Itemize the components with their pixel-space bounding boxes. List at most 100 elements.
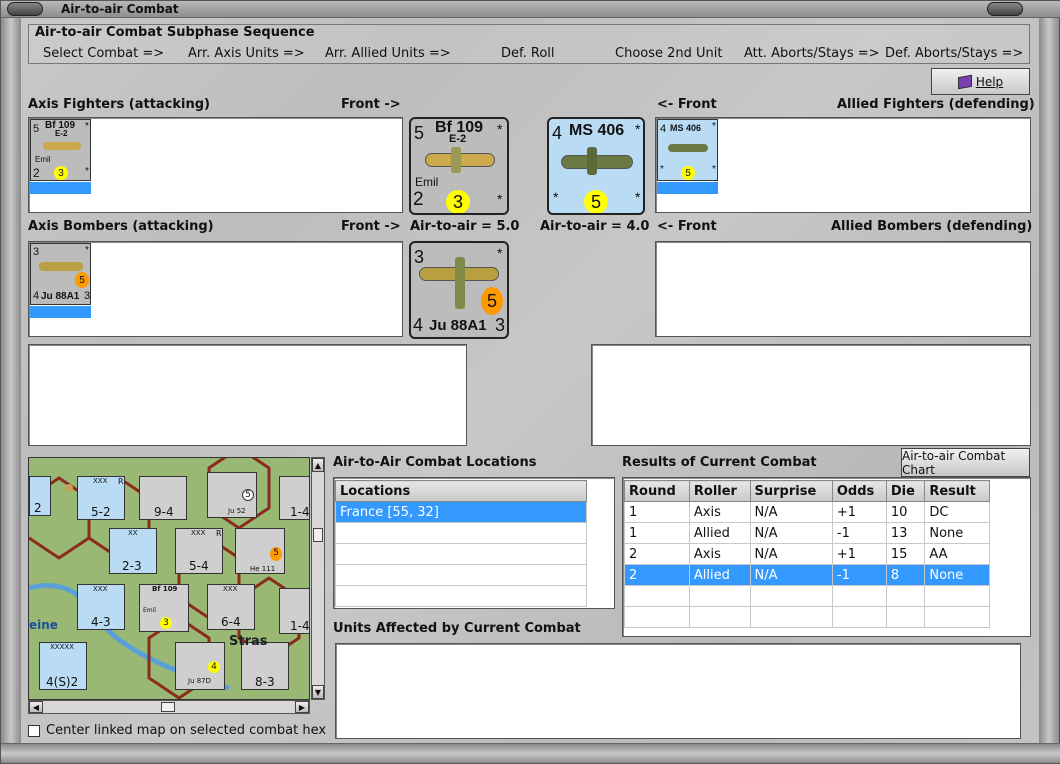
- results-title: Results of Current Combat: [622, 455, 817, 470]
- allied-front-label: <- Front: [657, 97, 717, 112]
- map-unit[interactable]: 1-4: [279, 476, 309, 520]
- rating-pip: 5: [75, 272, 89, 288]
- locations-title: Air-to-Air Combat Locations: [333, 455, 537, 470]
- map-unit[interactable]: XXX 6-4: [207, 584, 255, 630]
- allied-bombers-panel[interactable]: [655, 241, 1031, 337]
- map-vertical-scrollbar[interactable]: ▲ ▼: [311, 457, 325, 700]
- center-map-checkbox[interactable]: [28, 725, 40, 737]
- map-unit[interactable]: XX 2-3: [109, 528, 157, 574]
- map-town-name: Stras: [229, 634, 268, 649]
- allied-fighters-label: Allied Fighters (defending): [837, 97, 1035, 112]
- col-roller[interactable]: Roller: [688, 480, 751, 502]
- map-unit[interactable]: 9-4: [139, 476, 187, 520]
- front-allied-fighter-counter[interactable]: 4 MS 406 * * 5 *: [547, 117, 645, 215]
- subphase-sequence: Air-to-air Combat Subphase Sequence Sele…: [28, 24, 1030, 64]
- map-air-unit[interactable]: He 111 5: [235, 528, 285, 574]
- step-def-aborts: Def. Aborts/Stays =>: [885, 46, 1024, 61]
- location-row[interactable]: France [55, 32]: [335, 501, 587, 523]
- axis-info-panel: [28, 344, 467, 446]
- scroll-up-icon[interactable]: ▲: [312, 458, 324, 472]
- table-row[interactable]: 1 Allied N/A -1 13 None: [624, 522, 990, 544]
- col-round[interactable]: Round: [624, 480, 690, 502]
- book-icon: [957, 74, 972, 89]
- title-bar: Air-to-air Combat: [1, 1, 1060, 18]
- table-row[interactable]: 1 Axis N/A +1 10 DC: [624, 501, 990, 523]
- results-table: Round Roller Surprise Odds Die Result 1A…: [624, 480, 990, 628]
- axis-fighters-panel[interactable]: 5 Bf 109 E-2 * Emil 2 3 *: [28, 117, 403, 213]
- rating-pip: 5: [584, 190, 608, 213]
- map-unit[interactable]: XXX R 5-2: [77, 476, 125, 520]
- location-row-empty: [335, 543, 587, 565]
- map-unit[interactable]: XXX 4-3: [77, 584, 125, 630]
- map-unit[interactable]: 1-4: [279, 588, 309, 634]
- allied-bombers-label: Allied Bombers (defending): [831, 219, 1033, 234]
- map-air-unit[interactable]: Bf 109 Emil 3: [139, 584, 189, 632]
- table-row[interactable]: 2 Axis N/A +1 15 AA: [624, 543, 990, 565]
- locations-table: Locations France [55, 32]: [335, 480, 587, 607]
- plane-icon: [587, 147, 597, 175]
- allied-air-to-air-value: Air-to-air = 4.0: [540, 219, 650, 234]
- step-choose-second: Choose 2nd Unit: [615, 46, 723, 61]
- allied-fighter-counter[interactable]: 4 MS 406 * * 5 *: [657, 119, 718, 181]
- axis-bomber-counter[interactable]: 3 * 5 4 Ju 88A1 3: [30, 243, 91, 305]
- help-label: Help: [975, 74, 1004, 89]
- results-panel[interactable]: Round Roller Surprise Odds Die Result 1A…: [622, 477, 1031, 637]
- linked-map[interactable]: 2 XXX R 5-2 9-4 Ju 52 5 1-4 XX 2-3 XXX R…: [28, 457, 310, 700]
- plane-icon: [561, 155, 633, 169]
- location-row-empty: [335, 564, 587, 586]
- selected-bar: [30, 182, 91, 194]
- window-menu-button[interactable]: [7, 2, 43, 16]
- location-row-empty: [335, 585, 587, 607]
- allied-fighters-panel[interactable]: 4 MS 406 * * 5 *: [655, 117, 1031, 213]
- rating-pip: 3: [54, 166, 68, 180]
- sequence-title: Air-to-air Combat Subphase Sequence: [35, 25, 315, 40]
- rating-pip: 5: [681, 166, 695, 180]
- map-air-unit[interactable]: Ju 52 5: [207, 472, 257, 518]
- help-button[interactable]: Help: [931, 68, 1030, 95]
- center-map-label: Center linked map on selected combat hex: [46, 723, 327, 738]
- front-axis-fighter-counter[interactable]: 5 Bf 109 E-2 * Emil 2 3 *: [409, 117, 509, 215]
- air-combat-chart-button[interactable]: Air-to-air Combat Chart: [901, 448, 1030, 477]
- frame-right: [1039, 18, 1059, 746]
- allied-bomber-front-label: <- Front: [657, 219, 717, 234]
- frame-bottom: [1, 743, 1060, 763]
- front-axis-bomber-counter[interactable]: 3 * 5 4 Ju 88A1 3: [409, 241, 509, 339]
- map-unit[interactable]: XXX R 5-4: [175, 528, 223, 574]
- units-affected-title: Units Affected by Current Combat: [333, 621, 581, 636]
- map-unit[interactable]: XXXXX 4(S)2: [39, 642, 87, 690]
- map-unit[interactable]: 2: [29, 476, 51, 516]
- scroll-thumb[interactable]: [161, 702, 175, 712]
- step-arrange-axis: Arr. Axis Units =>: [188, 46, 305, 61]
- units-affected-panel[interactable]: [335, 643, 1021, 739]
- scroll-thumb[interactable]: [313, 528, 323, 542]
- locations-list[interactable]: Locations France [55, 32]: [333, 477, 615, 609]
- plane-icon: [451, 147, 461, 173]
- axis-front-label: Front ->: [341, 97, 401, 112]
- axis-fighters-label: Axis Fighters (attacking): [28, 97, 210, 112]
- axis-fighter-counter[interactable]: 5 Bf 109 E-2 * Emil 2 3 *: [30, 119, 91, 181]
- scroll-right-icon[interactable]: ▶: [295, 701, 309, 713]
- col-die[interactable]: Die: [885, 480, 926, 502]
- window-title: Air-to-air Combat: [61, 2, 179, 16]
- col-odds[interactable]: Odds: [831, 480, 887, 502]
- map-horizontal-scrollbar[interactable]: ◀ ▶: [28, 700, 310, 714]
- allied-info-panel: [591, 344, 1031, 446]
- plane-icon: [668, 144, 708, 152]
- selected-bar: [657, 182, 718, 194]
- step-def-roll: Def. Roll: [501, 46, 555, 61]
- scroll-left-icon[interactable]: ◀: [29, 701, 43, 713]
- map-unit[interactable]: 8-3: [241, 642, 289, 690]
- step-select-combat: Select Combat =>: [43, 46, 165, 61]
- col-result[interactable]: Result: [924, 480, 990, 502]
- step-arrange-allied: Arr. Allied Units =>: [325, 46, 451, 61]
- col-surprise[interactable]: Surprise: [749, 480, 833, 502]
- scroll-down-icon[interactable]: ▼: [312, 685, 324, 699]
- window-close-button[interactable]: [987, 2, 1023, 16]
- selected-bar: [30, 306, 91, 318]
- axis-air-to-air-value: Air-to-air = 5.0: [410, 219, 520, 234]
- location-row-empty: [335, 522, 587, 544]
- axis-bombers-panel[interactable]: 3 * 5 4 Ju 88A1 3: [28, 241, 403, 337]
- axis-bombers-label: Axis Bombers (attacking): [28, 219, 214, 234]
- map-air-unit[interactable]: Ju 87D 4: [175, 642, 225, 690]
- table-row-selected[interactable]: 2 Allied N/A -1 8 None: [624, 564, 990, 586]
